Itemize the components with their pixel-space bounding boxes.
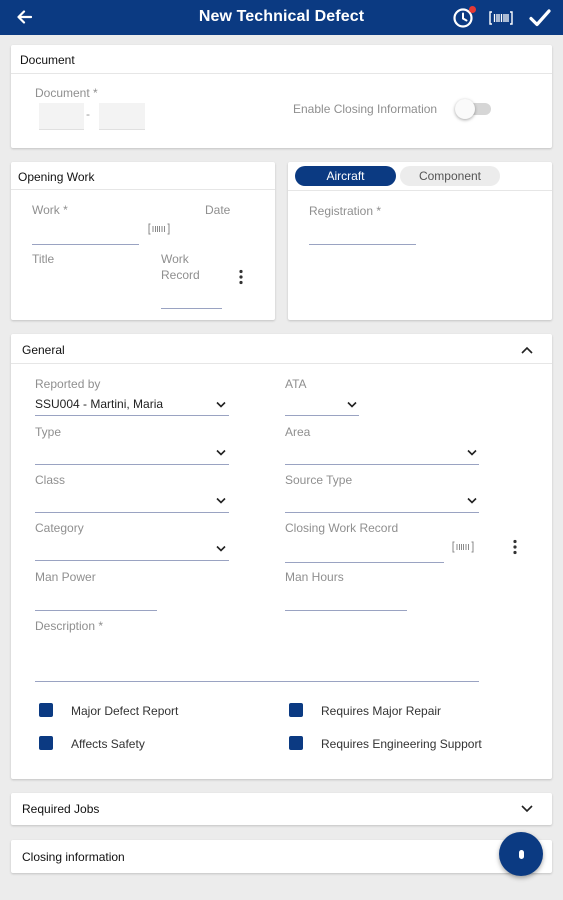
page-title: New Technical Defect (198, 8, 365, 25)
class-select[interactable] (35, 512, 229, 513)
document-separator: - (86, 107, 90, 121)
checkmark-icon (529, 9, 551, 27)
closing-work-record-barcode-icon[interactable] (452, 541, 474, 553)
toggle-thumb (455, 99, 475, 119)
category-select[interactable] (35, 560, 229, 561)
closing-information-card[interactable]: Closing information (11, 840, 552, 873)
type-select[interactable] (35, 464, 229, 465)
voice-input-fab[interactable] (499, 832, 543, 876)
barcode-icon (489, 11, 513, 25)
title-label: Title (32, 252, 55, 266)
work-input[interactable] (32, 244, 139, 245)
major-defect-report-label: Major Defect Report (71, 704, 179, 718)
description-textarea[interactable] (35, 681, 479, 682)
reported-by-label: Reported by (35, 377, 101, 391)
reported-by-chevron-down-icon (216, 401, 226, 408)
registration-label: Registration * (309, 204, 382, 218)
microphone-icon (518, 849, 524, 859)
man-hours-input[interactable] (285, 610, 407, 611)
type-label: Type (35, 425, 62, 439)
source-type-select[interactable] (285, 512, 479, 513)
save-button[interactable] (527, 5, 553, 31)
document-label: Document * (35, 86, 98, 100)
work-label: Work * (32, 203, 68, 217)
tab-component[interactable]: Component (400, 166, 500, 186)
target-card: Aircraft Component Registration * (288, 162, 552, 320)
document-number-field[interactable] (99, 103, 145, 130)
document-card: Document Document * - Enable Closing Inf… (11, 45, 552, 148)
divider (288, 190, 552, 191)
document-card-title: Document (20, 53, 75, 67)
collapse-chevron-up-icon[interactable] (521, 346, 533, 354)
man-hours-label: Man Hours (285, 570, 344, 584)
requires-major-repair-checkbox[interactable] (289, 703, 303, 717)
description-label: Description * (35, 619, 104, 633)
requires-engineering-support-label: Requires Engineering Support (321, 737, 482, 751)
reported-by-value: SSU004 - Martini, Maria (35, 397, 164, 411)
reported-by-select[interactable] (35, 415, 229, 416)
ata-label: ATA (285, 377, 307, 391)
class-chevron-down-icon (216, 497, 226, 504)
category-label: Category (35, 521, 84, 535)
requires-major-repair-label: Requires Major Repair (321, 704, 442, 718)
area-chevron-down-icon (467, 449, 477, 456)
area-select[interactable] (285, 464, 479, 465)
closing-work-record-label: Closing Work Record (285, 521, 399, 535)
source-type-chevron-down-icon (467, 497, 477, 504)
work-record-input[interactable] (161, 308, 222, 309)
man-power-input[interactable] (35, 610, 157, 611)
work-record-label: Work Record (161, 252, 200, 282)
closing-work-record-input[interactable] (285, 562, 444, 563)
date-input[interactable] (205, 220, 260, 244)
opening-work-card: Opening Work Work * Date Title Work Reco… (11, 162, 275, 320)
ata-select[interactable] (285, 415, 359, 416)
major-defect-report-checkbox[interactable] (39, 703, 53, 717)
app-bar: New Technical Defect (0, 0, 563, 35)
expand-chevron-down-icon[interactable] (521, 805, 533, 813)
required-jobs-card[interactable]: Required Jobs (11, 793, 552, 825)
document-prefix-field[interactable] (39, 103, 84, 130)
source-type-label: Source Type (285, 473, 353, 487)
title-input[interactable] (32, 268, 142, 292)
tab-aircraft[interactable]: Aircraft (295, 166, 396, 186)
notification-dot (469, 6, 476, 13)
man-power-label: Man Power (35, 570, 96, 584)
history-button[interactable] (450, 5, 476, 31)
work-record-more-icon[interactable] (238, 269, 244, 285)
divider (11, 189, 275, 190)
general-title: General (22, 343, 65, 357)
opening-work-title: Opening Work (18, 170, 95, 184)
area-label: Area (285, 425, 311, 439)
category-chevron-down-icon (216, 545, 226, 552)
required-jobs-title: Required Jobs (22, 802, 100, 816)
ata-chevron-down-icon (347, 401, 357, 408)
affects-safety-checkbox[interactable] (39, 736, 53, 750)
affects-safety-label: Affects Safety (71, 737, 145, 751)
class-label: Class (35, 473, 66, 487)
work-barcode-icon[interactable] (148, 223, 170, 235)
date-label: Date (205, 203, 231, 217)
divider (11, 363, 552, 364)
closing-information-title: Closing information (22, 850, 125, 864)
scan-button[interactable] (488, 5, 514, 31)
divider (11, 73, 552, 74)
general-card: General Reported by SSU004 - Martini, Ma… (11, 334, 552, 779)
closing-work-record-more-icon[interactable] (512, 539, 518, 555)
registration-input[interactable] (309, 244, 416, 245)
requires-engineering-support-checkbox[interactable] (289, 736, 303, 750)
type-chevron-down-icon (216, 449, 226, 456)
enable-closing-toggle[interactable] (455, 97, 495, 121)
enable-closing-label: Enable Closing Information (293, 102, 438, 116)
